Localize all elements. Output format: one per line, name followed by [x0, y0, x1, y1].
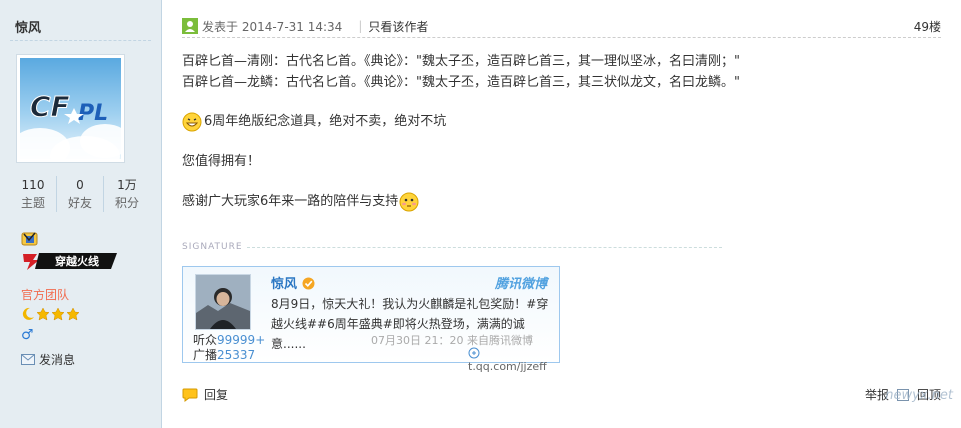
avatar[interactable]: CF PL: [16, 54, 125, 163]
only-author-link[interactable]: 只看该作者: [368, 18, 428, 35]
star-icon: [51, 307, 65, 321]
star-icon: [66, 307, 80, 321]
user-stats: 110 主题 0 好友 1万 积分: [10, 176, 150, 212]
post-content: 百辟匕首—清刚：古代名匕首。《典论》："魏太子丕，造百辟匕首三，其一理似坚冰，名…: [182, 51, 941, 212]
post-line: 感谢广大玩家6年来一路的陪伴与支持: [182, 194, 399, 209]
watermark: newyx.net: [885, 388, 953, 403]
post-main: 发表于 2014-7-31 14:34 | 只看该作者 49楼 百辟匕首—清刚：…: [162, 0, 961, 428]
svg-text:PL: PL: [78, 101, 108, 126]
post-paragraph: 6周年绝版纪念道具，绝对不卖，绝对不坑: [182, 111, 941, 132]
reply-button[interactable]: 回复: [182, 386, 228, 403]
avatar-image: CF PL: [20, 58, 121, 159]
badge-text: 穿越火线: [55, 254, 99, 268]
weibo-link[interactable]: t.qq.com/jjzeff: [468, 347, 559, 373]
tencent-weibo-logo[interactable]: 腾讯微博: [495, 273, 547, 292]
grin-emoji-icon: [182, 112, 202, 131]
verified-badge-icon: [302, 277, 315, 290]
envelope-icon: [21, 354, 35, 365]
signature-label: SIGNATURE: [182, 242, 243, 252]
send-message-label: 发消息: [39, 353, 76, 367]
gender-male-icon: ♂: [21, 327, 34, 343]
weibo-avatar[interactable]: [195, 274, 251, 330]
user-group: 官方团队: [21, 288, 70, 302]
post-footer: 回复 举报 回顶: [182, 386, 941, 403]
divider: [10, 40, 151, 41]
medal-icon[interactable]: [21, 231, 39, 247]
post-paragraph: 感谢广大玩家6年来一路的陪伴与支持: [182, 191, 941, 212]
star-icon: [36, 307, 50, 321]
stat-points[interactable]: 1万 积分: [104, 176, 150, 212]
crossfire-badge-icon[interactable]: 穿越火线: [21, 250, 121, 272]
link-icon: [468, 347, 480, 359]
stat-threads[interactable]: 110 主题: [10, 176, 57, 212]
moon-icon: [22, 307, 34, 320]
shy-emoji-icon: [399, 192, 419, 211]
signature-divider: SIGNATURE: [182, 242, 722, 252]
weibo-username[interactable]: 惊风: [271, 273, 315, 292]
post-time: 发表于 2014-7-31 14:34: [202, 19, 343, 34]
post-line: 百辟匕首—清刚：古代名匕首。《典论》："魏太子丕，造百辟匕首三，其一理似坚冰，名…: [182, 54, 740, 69]
floor-number[interactable]: 49楼: [914, 18, 941, 35]
send-message-link[interactable]: 发消息: [21, 351, 75, 368]
post-line: 您值得拥有！: [182, 154, 261, 169]
user-sidebar: 惊风 CF PL 110 主题 0 好友 1万 积分 穿越火线 官方团队 ♂ 发…: [0, 0, 162, 428]
weibo-counts: 听众99999+ 广播25337: [193, 333, 266, 362]
user-rank-stars: [21, 307, 80, 321]
post-line: 6周年绝版纪念道具，绝对不卖，绝对不坑: [204, 114, 447, 129]
reply-bubble-icon: [182, 388, 198, 402]
username[interactable]: 惊风: [15, 17, 41, 36]
weibo-card[interactable]: 听众99999+ 广播25337 惊风 腾讯微博 8月9日，惊天大礼！我认为火麒…: [182, 266, 560, 373]
post-line: 百辟匕首—龙鳞：古代名匕首。《典论》："魏太子丕，造百辟匕首三，其三状似龙文，名…: [182, 75, 740, 90]
separator: |: [358, 19, 363, 33]
cfpl-logo-icon: CF PL: [30, 90, 109, 127]
post-header: 发表于 2014-7-31 14:34 | 只看该作者 49楼: [182, 15, 941, 38]
stat-friends[interactable]: 0 好友: [57, 176, 104, 212]
svg-text:CF: CF: [30, 90, 70, 123]
weibo-time: 07月30日 21：20 来自腾讯微博: [371, 334, 533, 347]
person-photo-icon: [196, 275, 250, 329]
online-status-icon: [182, 18, 198, 34]
